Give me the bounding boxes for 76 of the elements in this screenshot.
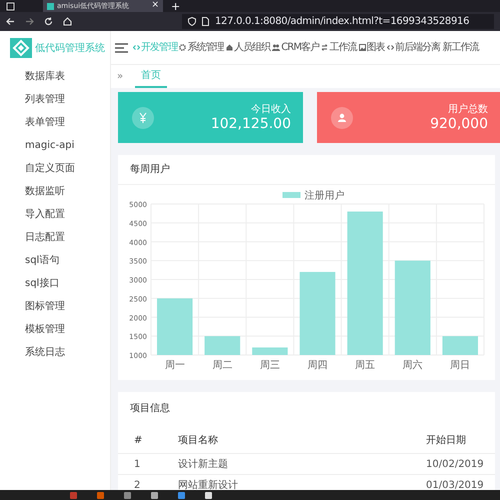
x-tick-label: 周三 bbox=[260, 360, 280, 371]
code-icon bbox=[133, 44, 140, 51]
nav-tab[interactable]: 前后端分离 bbox=[386, 38, 440, 57]
sidebar-item[interactable]: 图标管理 bbox=[0, 295, 110, 318]
nav-tab[interactable]: 工作流 bbox=[321, 38, 357, 57]
forward-icon[interactable] bbox=[25, 17, 34, 26]
stat-label: 今日收入 bbox=[251, 102, 291, 118]
taskbar-app-icon[interactable] bbox=[151, 492, 158, 498]
people-icon bbox=[272, 44, 280, 51]
sidebar-item[interactable]: sql接口 bbox=[0, 272, 110, 295]
yen-icon bbox=[132, 106, 154, 128]
sidebar-item[interactable]: 数据库表 bbox=[0, 65, 110, 88]
table-cell-text: 2 bbox=[134, 478, 142, 490]
column-header: 开始日期 bbox=[426, 434, 466, 448]
sidebar-item[interactable]: magic-api bbox=[0, 134, 110, 157]
url-text: 127.0.0.1:8080/admin/index.html?t=1699343528916 bbox=[215, 15, 470, 29]
tab-close-button[interactable]: × bbox=[151, 0, 159, 13]
logo-text: 低代码管理系统 bbox=[35, 42, 105, 56]
user-icon bbox=[331, 106, 353, 128]
window-icon[interactable] bbox=[6, 2, 15, 10]
bar bbox=[252, 347, 288, 355]
table-cell-text: 1 bbox=[134, 458, 142, 472]
sidebar-item[interactable]: 导入配置 bbox=[0, 203, 110, 226]
table-cell-text: 10/02/2019 bbox=[426, 458, 484, 472]
bar bbox=[442, 336, 478, 355]
new-tab-button[interactable]: + bbox=[171, 0, 180, 12]
x-tick-label: 周日 bbox=[450, 360, 470, 371]
code-icon bbox=[386, 44, 394, 51]
logo-icon bbox=[10, 38, 32, 58]
sidebar-item[interactable]: 系统日志 bbox=[0, 341, 110, 364]
stat-value: 920,000 bbox=[430, 117, 488, 133]
table-cell-text: 设计新主题 bbox=[178, 458, 229, 472]
legend-swatch bbox=[282, 192, 300, 198]
sidebar-item[interactable]: 列表管理 bbox=[0, 88, 110, 111]
page-icon bbox=[47, 2, 54, 10]
taskbar-app-icon[interactable] bbox=[205, 492, 212, 498]
column-header: # bbox=[134, 434, 144, 448]
card-title: 项目信息 bbox=[130, 402, 170, 416]
x-tick-label: 周六 bbox=[402, 360, 423, 371]
nav-tab[interactable]: 新工作流 bbox=[442, 38, 479, 57]
x-tick-label: 周四 bbox=[308, 360, 328, 371]
home-icon[interactable] bbox=[63, 17, 72, 26]
image-icon bbox=[358, 44, 366, 51]
collapse-toggle[interactable]: » bbox=[117, 69, 124, 84]
document-icon bbox=[202, 17, 209, 26]
nav-tab[interactable]: 系统管理 bbox=[179, 38, 224, 57]
gear-icon bbox=[179, 44, 186, 51]
address-bar[interactable]: 127.0.0.1:8080/admin/index.html?t=1699343528916 bbox=[182, 14, 494, 29]
back-icon[interactable] bbox=[6, 17, 15, 26]
table-cell-text: 01/03/2019 bbox=[426, 478, 484, 490]
stat-value: 102,125.00 bbox=[210, 117, 291, 133]
table-cell-text: 网站重新设计 bbox=[178, 478, 239, 490]
nav-tab[interactable]: 人员组织 bbox=[226, 38, 270, 57]
home-icon bbox=[226, 44, 233, 51]
x-tick-label: 周二 bbox=[212, 360, 232, 371]
sidebar-item[interactable]: sql语句 bbox=[0, 249, 110, 272]
shield-icon bbox=[188, 17, 196, 26]
x-tick-label: 周一 bbox=[164, 360, 185, 371]
taskbar-app-icon[interactable] bbox=[178, 492, 185, 498]
column-header: 项目名称 bbox=[178, 434, 219, 448]
bar bbox=[157, 298, 193, 355]
legend-label: 注册用户 bbox=[304, 190, 344, 202]
card-title: 每周用户 bbox=[130, 162, 170, 177]
x-tick-label: 周五 bbox=[355, 360, 376, 371]
nav-tab[interactable]: CRM客户 bbox=[272, 38, 320, 57]
bar bbox=[204, 336, 240, 355]
sidebar-item[interactable]: 模板管理 bbox=[0, 318, 110, 341]
sidebar-item[interactable]: 表单管理 bbox=[0, 111, 110, 134]
swap-icon bbox=[321, 44, 328, 51]
nav-tab[interactable]: 图表 bbox=[358, 38, 385, 57]
stat-label: 用户总数 bbox=[448, 102, 488, 118]
sidebar-item[interactable]: 日志配置 bbox=[0, 226, 110, 249]
sidebar-item[interactable]: 数据监听 bbox=[0, 180, 110, 203]
menu-icon[interactable] bbox=[115, 42, 128, 52]
sidebar-item[interactable]: 自定义页面 bbox=[0, 157, 110, 180]
reload-icon[interactable] bbox=[44, 17, 53, 26]
